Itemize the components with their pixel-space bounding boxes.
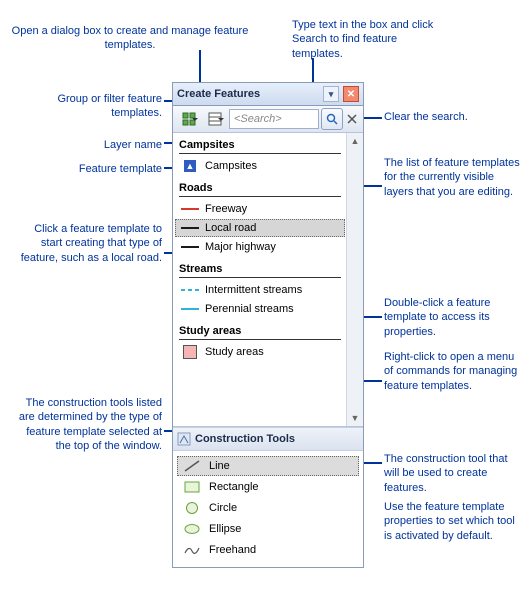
scrollbar[interactable]: ▲ ▼	[346, 133, 363, 426]
group-filter-button[interactable]	[177, 108, 201, 130]
titlebar[interactable]: Create Features ▾ ✕	[173, 83, 363, 106]
template-label: Local road	[205, 222, 256, 234]
tools-icon	[177, 432, 191, 446]
feature-template-item[interactable]: ▲Campsites	[175, 157, 345, 175]
manage-templates-button[interactable]	[203, 108, 227, 130]
callout-layer-name: Layer name	[12, 138, 162, 152]
panel-title: Create Features	[177, 88, 260, 100]
rect-tool-icon	[183, 480, 201, 494]
clear-icon	[347, 114, 357, 124]
callout-manage: Open a dialog box to create and manage f…	[0, 24, 260, 53]
tool-label: Rectangle	[209, 481, 259, 493]
feature-template-item[interactable]: Freeway	[175, 200, 345, 218]
tool-label: Circle	[209, 502, 237, 514]
construction-tool-item[interactable]: Freehand	[177, 540, 359, 560]
feature-template-item[interactable]: Major highway	[175, 238, 345, 256]
manage-icon	[208, 112, 222, 126]
callout-default-tool: Use the feature template properties to s…	[384, 500, 524, 543]
toolbar: <Search>	[173, 106, 363, 133]
callout-construction-tool: The construction tool that will be used …	[384, 452, 524, 495]
callout-doubleclick: Double-click a feature template to acces…	[384, 296, 524, 339]
clear-search-button[interactable]	[345, 112, 359, 126]
layer-header: Streams	[173, 257, 347, 280]
callout-list: The list of feature templates for the cu…	[384, 156, 524, 199]
feature-template-item[interactable]: Perennial streams	[175, 300, 345, 318]
layer-header: Roads	[173, 176, 347, 199]
free-tool-icon	[183, 543, 201, 557]
tool-label: Line	[209, 460, 230, 472]
tool-label: Freehand	[209, 544, 256, 556]
layer-header: Study areas	[173, 319, 347, 342]
template-label: Study areas	[205, 346, 264, 358]
construction-tools-title: Construction Tools	[195, 433, 295, 445]
template-list: Campsites▲CampsitesRoadsFreewayLocal roa…	[173, 133, 363, 427]
feature-template-item[interactable]: Local road	[175, 219, 345, 237]
scroll-up[interactable]: ▲	[347, 133, 363, 149]
construction-tool-item[interactable]: Ellipse	[177, 519, 359, 539]
callout-click-template: Click a feature template to start creati…	[12, 222, 162, 265]
callout-construction-depends: The construction tools listed are determ…	[12, 396, 162, 453]
construction-tool-item[interactable]: Line	[177, 456, 359, 476]
template-label: Freeway	[205, 203, 247, 215]
scroll-down[interactable]: ▼	[347, 410, 363, 426]
callout-clear: Clear the search.	[384, 110, 524, 124]
create-features-panel: Create Features ▾ ✕ <Search> Campsites▲C…	[172, 82, 364, 568]
feature-template-item[interactable]: Study areas	[175, 343, 345, 361]
callout-feature-template: Feature template	[12, 162, 162, 176]
callout-group: Group or filter feature templates.	[12, 92, 162, 121]
construction-tool-item[interactable]: Circle	[177, 498, 359, 518]
circle-tool-icon	[183, 501, 201, 515]
construction-tools-header[interactable]: Construction Tools	[173, 427, 363, 451]
layer-header: Campsites	[173, 133, 347, 156]
ellipse-tool-icon	[183, 522, 201, 536]
tool-label: Ellipse	[209, 523, 241, 535]
template-label: Intermittent streams	[205, 284, 302, 296]
dropdown-button[interactable]: ▾	[323, 86, 339, 102]
construction-tools-list: Line Rectangle Circle Ellipse Freehand	[173, 451, 363, 567]
template-label: Campsites	[205, 160, 257, 172]
callout-search: Type text in the box and click Search to…	[292, 18, 442, 61]
line-tool-icon	[183, 459, 201, 473]
feature-template-item[interactable]: Intermittent streams	[175, 281, 345, 299]
search-icon	[326, 113, 338, 125]
template-label: Major highway	[205, 241, 276, 253]
template-label: Perennial streams	[205, 303, 294, 315]
close-button[interactable]: ✕	[343, 86, 359, 102]
construction-tool-item[interactable]: Rectangle	[177, 477, 359, 497]
group-icon	[182, 112, 196, 126]
search-button[interactable]	[321, 108, 343, 130]
callout-rightclick: Right-click to open a menu of commands f…	[384, 350, 524, 393]
search-input[interactable]: <Search>	[229, 109, 319, 129]
